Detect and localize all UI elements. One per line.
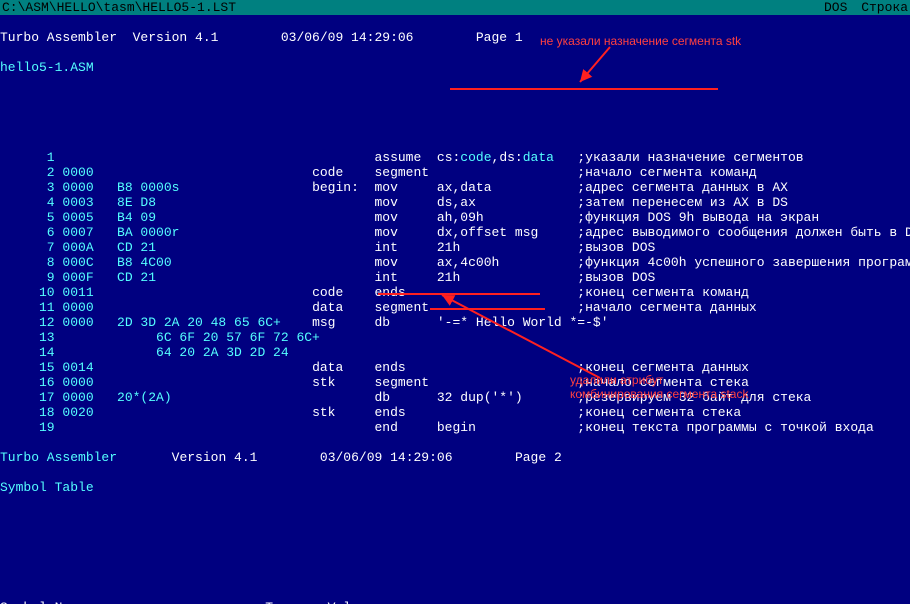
filename-line: hello5-1.ASM (0, 60, 910, 75)
listing-line: 6 0007 BA 0000r mov dx,offset msg ;адрес… (0, 225, 910, 240)
listing-line: 9 000F CD 21 int 21h ;вызов DOS (0, 270, 910, 285)
listing-line: 16 0000 stk segment ;начало сегмента сте… (0, 375, 910, 390)
listing-line: 1 assume cs:code,ds:data ;указали назнач… (0, 150, 910, 165)
listing-line: 2 0000 code segment ;начало сегмента ком… (0, 165, 910, 180)
listing-line: 5 0005 B4 09 mov ah,09h ;функция DOS 9h … (0, 210, 910, 225)
listing-line: 4 0003 8E D8 mov ds,ax ;затем перенесем … (0, 195, 910, 210)
listing-line: 11 0000 data segment ;начало сегмента да… (0, 300, 910, 315)
listing-line: 19 end begin ;конец текста программы с т… (0, 420, 910, 435)
listing-line: 8 000C B8 4C00 mov ax,4c00h ;функция 4c0… (0, 255, 910, 270)
listing-line: 10 0011 code ends ;конец сегмента команд (0, 285, 910, 300)
listing-line: 14 64 20 2A 3D 2D 24 (0, 345, 910, 360)
header-line: Turbo Assembler Version 4.1 03/06/09 14:… (0, 30, 910, 45)
symbol-table-title: Symbol Table (0, 480, 910, 495)
listing-line: 3 0000 B8 0000s begin: mov ax,data ;адре… (0, 180, 910, 195)
symbol-header: Symbol Name Type Value (0, 600, 910, 604)
listing-line: 18 0020 stk ends ;конец сегмента стека (0, 405, 910, 420)
footer-ver: Version 4.1 (172, 450, 258, 465)
titlebar: C:\ASM\HELLO\tasm\HELLO5-1.LST DOS Строк… (0, 0, 910, 15)
file-path: C:\ASM\HELLO\tasm\HELLO5-1.LST (2, 0, 236, 15)
mode-label: Строка (861, 0, 908, 15)
listing-line: 12 0000 2D 3D 2A 20 48 65 6C+ msg db '-=… (0, 315, 910, 330)
listing-line: 17 0000 20*(2A) db 32 dup('*') ;резервир… (0, 390, 910, 405)
listing-line: 15 0014 data ends ;конец сегмента данных (0, 360, 910, 375)
listing-line: 7 000A CD 21 int 21h ;вызов DOS (0, 240, 910, 255)
editor-viewport[interactable]: Turbo Assembler Version 4.1 03/06/09 14:… (0, 15, 910, 604)
footer-page: Page 2 (515, 450, 562, 465)
footer-date: 03/06/09 14:29:06 (320, 450, 453, 465)
listing-line: 13 6C 6F 20 57 6F 72 6C+ (0, 330, 910, 345)
footer-app: Turbo Assembler (0, 450, 117, 465)
listing: 1 assume cs:code,ds:data ;указали назнач… (0, 150, 910, 435)
app-label: DOS (824, 0, 847, 15)
